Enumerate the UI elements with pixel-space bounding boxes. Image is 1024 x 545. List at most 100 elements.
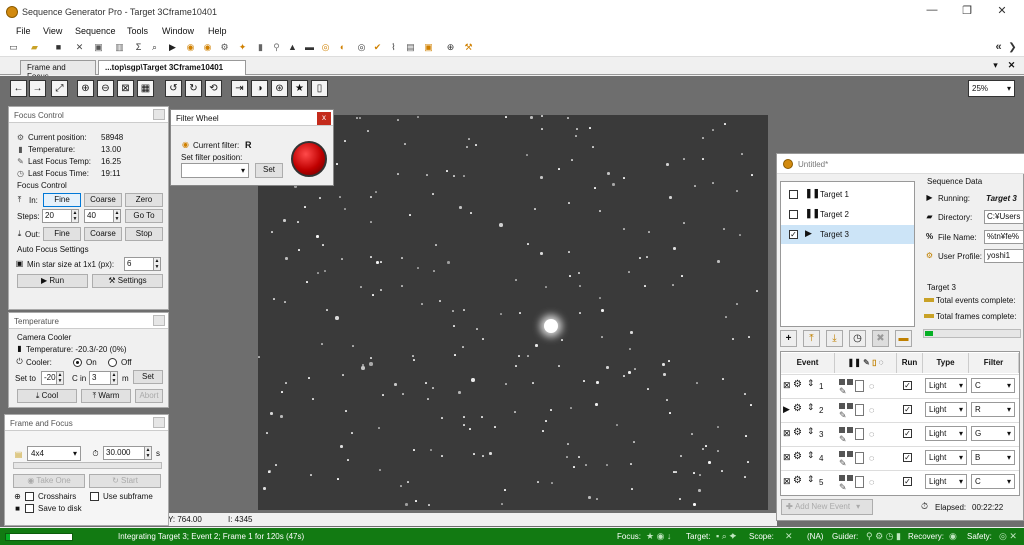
target-row-3[interactable]: ✓ ▶ Target 3	[781, 225, 914, 244]
event-option-dot[interactable]	[847, 427, 853, 433]
in-coarse-button[interactable]: Coarse	[84, 193, 122, 207]
move-event-icon[interactable]: ⇕	[807, 474, 815, 485]
histogram-icon[interactable]: ▥	[114, 42, 125, 53]
dialog-close-button[interactable]: x	[317, 112, 331, 125]
event-option-dot[interactable]	[847, 475, 853, 481]
compass-icon[interactable]: ◎	[320, 42, 331, 53]
cooler-off-radio[interactable]	[108, 358, 117, 367]
set-temperature-input[interactable]: -20	[41, 371, 57, 385]
comment-icon[interactable]: ◌	[869, 429, 874, 439]
gear-icon[interactable]: ⚙	[793, 451, 802, 462]
move-event-icon[interactable]: ⇕	[807, 402, 815, 413]
in-fine-button[interactable]: Fine	[43, 193, 81, 207]
schedule-icon[interactable]: ◷	[849, 330, 866, 347]
event-option-dot[interactable]	[847, 451, 853, 457]
notes-icon[interactable]	[855, 428, 864, 440]
event-option-dot[interactable]	[839, 427, 845, 433]
thermometer-icon[interactable]: ▮	[255, 42, 266, 53]
event-type-select[interactable]: Light ▾	[925, 402, 967, 417]
arrow-left-icon[interactable]: ←	[10, 80, 27, 97]
event-row[interactable]: ⊠ ⚙ ⇕ 3 ✎ ◌ ✓ Light ▾ G ▾	[781, 422, 1019, 445]
observatory-icon[interactable]: ▬	[304, 42, 315, 53]
event-option-dot[interactable]	[847, 379, 853, 385]
event-type-select[interactable]: Light ▾	[925, 426, 967, 441]
out-coarse-button[interactable]: Coarse	[84, 227, 122, 241]
move-event-icon[interactable]: ⇕	[807, 378, 815, 389]
steps-fine-input[interactable]: 20	[42, 209, 72, 223]
out-fine-button[interactable]: Fine	[43, 227, 81, 241]
reset-target-icon[interactable]: ▬	[895, 330, 912, 347]
zero-button[interactable]: Zero	[125, 193, 163, 207]
notes-icon[interactable]	[855, 404, 864, 416]
monitor-icon[interactable]: ▤	[405, 42, 416, 53]
event-filter-select[interactable]: R ▾	[971, 402, 1015, 417]
move-event-icon[interactable]: ⇕	[807, 450, 815, 461]
zoom-level-select[interactable]: 25% ▾	[968, 80, 1015, 97]
event-type-select[interactable]: Light ▾	[925, 474, 967, 489]
gear-icon[interactable]: ⚙	[219, 42, 230, 53]
notes-icon[interactable]	[855, 476, 864, 488]
save-to-disk-checkbox[interactable]	[25, 504, 34, 513]
notes-icon[interactable]	[855, 452, 864, 464]
menu-sequence[interactable]: Sequence	[75, 26, 116, 36]
event-run-checkbox[interactable]: ✓	[903, 405, 912, 414]
nav-forward-icon[interactable]: ❯	[1007, 42, 1018, 53]
cooling-minutes-input[interactable]: 3	[89, 371, 111, 385]
user-profile-field[interactable]: yoshi1	[984, 249, 1024, 263]
event-option-dot[interactable]	[839, 403, 845, 409]
event-run-checkbox[interactable]: ✓	[903, 429, 912, 438]
tool-icon[interactable]: ✎	[839, 458, 847, 469]
zoom-in-icon[interactable]: ⊕	[77, 80, 94, 97]
delete-event-icon[interactable]: ⊠	[783, 428, 791, 439]
arrow-right-icon[interactable]: →	[29, 80, 46, 97]
steps-fine-spinner[interactable]: ▲ ▼	[71, 209, 79, 223]
search-icon[interactable]: ⌕	[149, 42, 160, 53]
gear-icon[interactable]: ⚙	[793, 403, 802, 414]
gear-icon[interactable]: ⚙	[793, 475, 802, 486]
gear-icon[interactable]: ⚙	[793, 379, 802, 390]
exposure-spinner[interactable]: ▲ ▼	[144, 446, 152, 460]
delete-event-icon[interactable]: ⊠	[783, 380, 791, 391]
event-row[interactable]: ⊠ ⚙ ⇕ 1 ✎ ◌ ✓ Light ▾ C ▾	[781, 374, 1019, 397]
target-icon[interactable]: ⊛	[271, 80, 288, 97]
flip-icon[interactable]: ⟲	[205, 80, 222, 97]
tab-close-icon[interactable]: ✕	[1006, 60, 1017, 71]
goto-button[interactable]: Go To	[125, 209, 163, 223]
min-star-spinner[interactable]: ▲ ▼	[153, 257, 161, 271]
add-target-icon[interactable]: +	[780, 330, 797, 347]
panel-close-button[interactable]	[153, 315, 165, 326]
comment-icon[interactable]: ◌	[869, 453, 874, 463]
start-button[interactable]: ↻ Start	[89, 474, 161, 488]
use-subframe-checkbox[interactable]	[90, 492, 99, 501]
contrast-icon[interactable]: ◑	[251, 80, 268, 97]
tab-menu-icon[interactable]: ▾	[990, 60, 1001, 71]
notes-icon[interactable]: ▯	[311, 80, 328, 97]
zoom-out-icon[interactable]: ⊖	[97, 80, 114, 97]
event-run-checkbox[interactable]: ✓	[903, 453, 912, 462]
menu-view[interactable]: View	[43, 26, 62, 36]
notes-icon[interactable]	[855, 380, 864, 392]
event-row[interactable]: ⊠ ⚙ ⇕ 4 ✎ ◌ ✓ Light ▾ B ▾	[781, 446, 1019, 469]
menu-window[interactable]: Window	[162, 26, 194, 36]
steps-coarse-spinner[interactable]: ▲ ▼	[113, 209, 121, 223]
event-filter-select[interactable]: C ▾	[971, 378, 1015, 393]
delete-target-icon[interactable]: ✖	[872, 330, 889, 347]
comment-icon[interactable]: ◌	[869, 405, 874, 415]
close-window-button[interactable]: ✕	[992, 4, 1012, 20]
panel-icon[interactable]: ▣	[423, 42, 434, 53]
star-field-image[interactable]	[258, 115, 768, 510]
run-autofocus-button[interactable]: ▶ Run	[17, 274, 88, 288]
target-row-2[interactable]: ❚❚ Target 2	[781, 205, 914, 224]
shuffle-icon[interactable]: ✕	[74, 42, 85, 53]
event-type-select[interactable]: Light ▾	[925, 378, 967, 393]
filter-position-select[interactable]: ▾	[181, 163, 249, 178]
telescope-icon[interactable]: ⚲	[271, 42, 282, 53]
steps-coarse-input[interactable]: 40	[84, 209, 114, 223]
event-type-select[interactable]: Light ▾	[925, 450, 967, 465]
focuser-icon[interactable]: ✦	[237, 42, 248, 53]
tool-icon[interactable]: ✎	[839, 410, 847, 421]
set-filter-button[interactable]: Set	[255, 163, 283, 178]
save-icon[interactable]: ■	[53, 42, 64, 53]
panel-close-button[interactable]	[153, 109, 165, 120]
cooler-on-radio[interactable]	[73, 358, 82, 367]
